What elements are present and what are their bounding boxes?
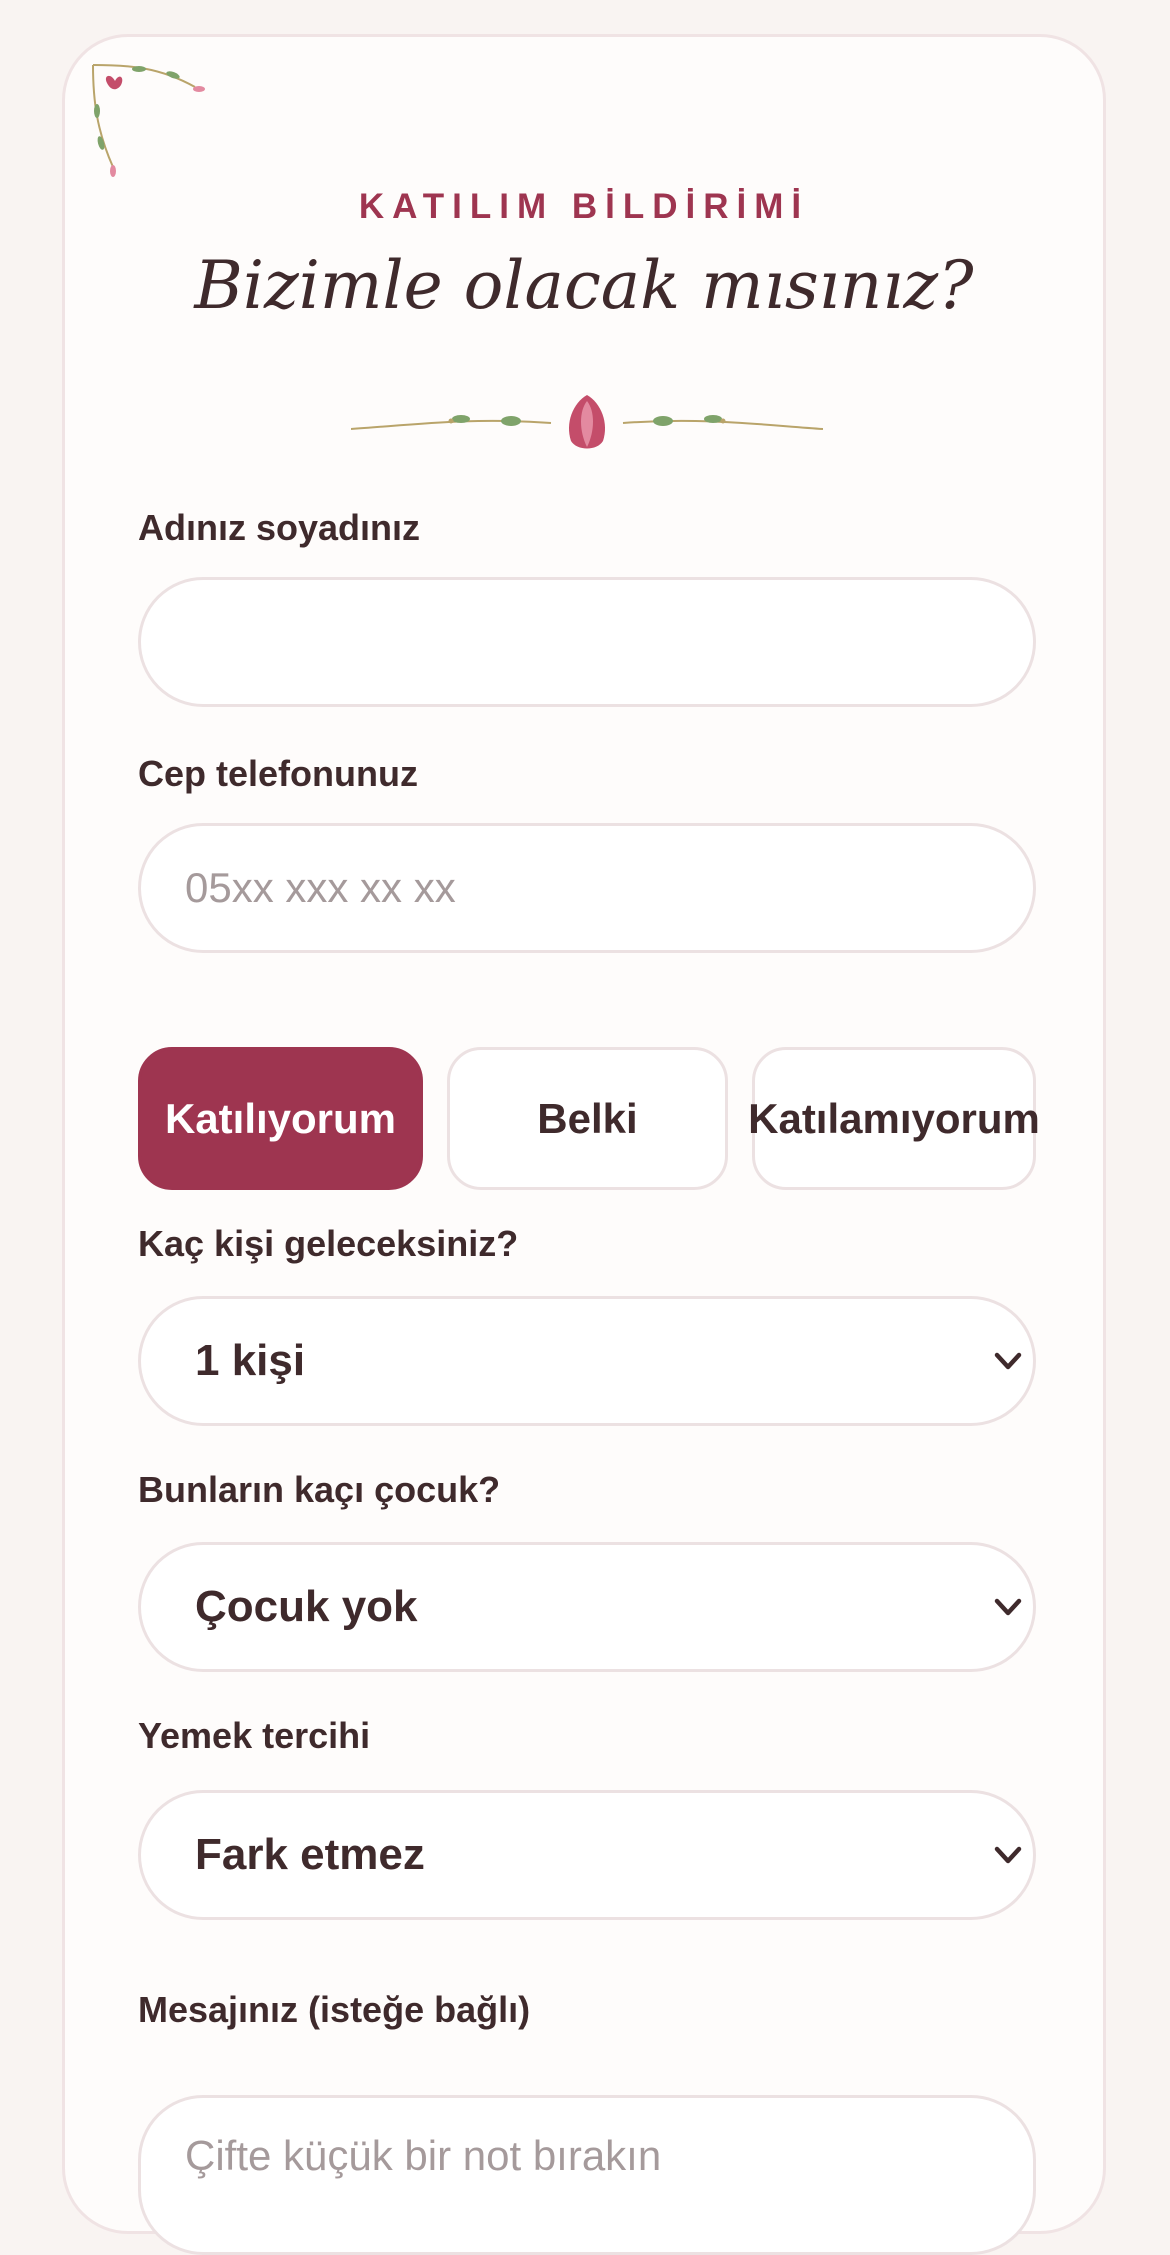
phone-label: Cep telefonunuz (138, 753, 418, 794)
chevron-down-icon (994, 1598, 1022, 1616)
guests-label: Kaç kişi geleceksiniz? (138, 1223, 519, 1264)
meal-select[interactable]: Fark etmez (138, 1790, 1036, 1920)
children-select[interactable]: Çocuk yok (138, 1542, 1036, 1672)
guests-select[interactable]: 1 kişi (138, 1296, 1036, 1426)
meal-select-value: Fark etmez (195, 1830, 425, 1879)
attendance-option-no[interactable]: Katılamıyorum (748, 1047, 1040, 1190)
attendance-option-maybe[interactable]: Belki (447, 1047, 728, 1190)
chevron-down-icon (994, 1352, 1022, 1370)
phone-input[interactable] (138, 823, 1036, 953)
children-select-value: Çocuk yok (195, 1582, 418, 1631)
floral-corner-icon (92, 64, 205, 177)
chevron-down-icon (994, 1846, 1022, 1864)
attendance-option-label: Katılıyorum (164, 1094, 397, 1142)
tulip-divider-icon (351, 395, 823, 449)
attendance-option-yes[interactable]: Katılıyorum (138, 1047, 423, 1190)
message-placeholder: Çifte küçük bir not bırakın (185, 2132, 662, 2179)
message-input[interactable]: Çifte küçük bir not bırakın (138, 2095, 1036, 2255)
attendance-option-label: Belki (537, 1094, 638, 1142)
rsvp-card: KATILIM BİLDİRİMİ Bizimle olacak mısınız… (62, 34, 1106, 2255)
message-label: Mesajınız (isteğe bağlı) (138, 1989, 531, 2030)
children-label: Bunların kaçı çocuk? (138, 1469, 501, 1510)
section-eyebrow: KATILIM BİLDİRİMİ (358, 187, 810, 226)
attendance-option-label: Katılamıyorum (748, 1094, 1040, 1142)
meal-label: Yemek tercihi (138, 1715, 371, 1756)
guests-select-value: 1 kişi (195, 1336, 306, 1385)
name-input[interactable] (138, 577, 1036, 707)
name-label: Adınız soyadınız (138, 507, 421, 548)
page-title: Bizimle olacak mısınız? (194, 247, 974, 324)
